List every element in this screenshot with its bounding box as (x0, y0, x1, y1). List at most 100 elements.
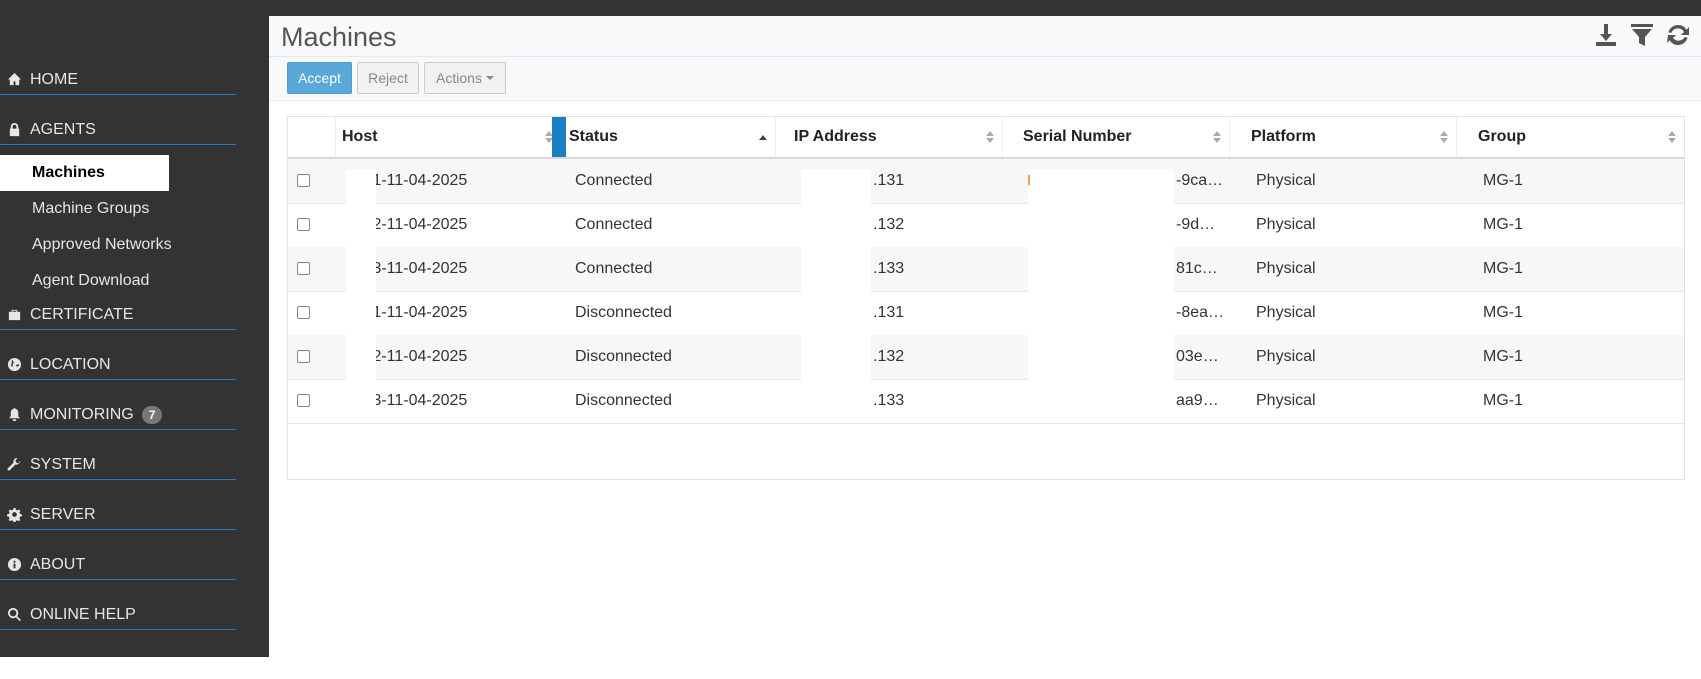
cell-status: Connected (575, 172, 653, 189)
table-header: Host Status IP Address Serial Number Pla… (288, 117, 1684, 159)
nav-label: MONITORING (30, 405, 134, 423)
column-header-platform[interactable]: Platform (1230, 117, 1457, 157)
nav-home[interactable]: HOME (0, 65, 236, 95)
column-label: Status (569, 128, 618, 145)
row-checkbox[interactable] (297, 262, 310, 275)
accept-button[interactable]: Accept (287, 62, 352, 94)
nav-certificate[interactable]: CERTIFICATE (0, 300, 236, 330)
nav-location[interactable]: LOCATION (0, 350, 236, 380)
table-row[interactable]: :3-11-04-2025 Connected .133 81c… Physic… (288, 247, 1684, 292)
cell-host: :1-11-04-2025 (368, 304, 468, 321)
redaction-overlay (346, 169, 376, 411)
cell-status: Disconnected (575, 348, 672, 365)
sidebar-item-approved-networks[interactable]: Approved Networks (0, 227, 172, 263)
certificate-icon (6, 307, 22, 323)
home-icon (6, 72, 22, 88)
download-icon[interactable] (1593, 22, 1619, 53)
cell-platform: Physical (1256, 216, 1316, 233)
nav-label: AGENTS (30, 120, 96, 138)
nav-label: ABOUT (30, 555, 86, 573)
sidebar-item-machine-groups[interactable]: Machine Groups (0, 191, 149, 227)
column-label: Host (342, 128, 378, 145)
cell-serial: -9ca… (1176, 172, 1224, 189)
cell-serial: -9d… (1176, 216, 1216, 233)
nav-online-help[interactable]: ONLINE HELP (0, 600, 236, 630)
top-bar (0, 0, 1701, 16)
cell-ip: .132 (873, 216, 905, 233)
nav-agents[interactable]: AGENTS (0, 115, 236, 145)
redaction-overlay (1028, 169, 1174, 411)
column-label: Group (1478, 128, 1526, 145)
cell-host: :2-11-04-2025 (368, 348, 468, 365)
sidebar-item-agent-download[interactable]: Agent Download (0, 263, 149, 299)
redaction-overlay (801, 169, 871, 411)
header-select (288, 117, 336, 157)
column-header-group[interactable]: Group (1457, 117, 1684, 157)
row-checkbox[interactable] (297, 218, 310, 231)
row-checkbox[interactable] (297, 306, 310, 319)
nav-system[interactable]: SYSTEM (0, 450, 236, 480)
redaction-edge (1028, 175, 1030, 185)
filter-icon[interactable] (1629, 22, 1655, 53)
cell-serial: -8ea… (1176, 304, 1225, 321)
nav-label: ONLINE HELP (30, 605, 136, 623)
cell-group: MG-1 (1483, 304, 1523, 321)
sidebar: HOME AGENTS Machines Machine Groups Appr… (0, 16, 269, 657)
title-tools (1593, 22, 1691, 53)
table-row[interactable]: :1-11-04-2025 Disconnected .131 -8ea… Ph… (288, 291, 1684, 336)
search-icon (6, 607, 22, 623)
table-row[interactable]: :2-11-04-2025 Disconnected .132 03e… Phy… (288, 335, 1684, 380)
nav-about[interactable]: ABOUT (0, 550, 236, 580)
cell-group: MG-1 (1483, 216, 1523, 233)
column-label: IP Address (794, 128, 877, 145)
table-row[interactable]: :1-11-04-2025 Connected .131 -9ca… Physi… (288, 159, 1684, 204)
column-header-status[interactable]: Status (566, 117, 776, 157)
column-resize-handle[interactable] (552, 117, 566, 157)
bell-icon (6, 407, 22, 423)
info-icon (6, 557, 22, 573)
nav-monitoring[interactable]: MONITORING 7 (0, 400, 236, 430)
nav-label: LOCATION (30, 355, 111, 373)
table-row[interactable]: :3-11-04-2025 Disconnected .133 aa9… Phy… (288, 379, 1684, 424)
machines-table: Host Status IP Address Serial Number Pla… (287, 116, 1685, 480)
nav-label: CERTIFICATE (30, 305, 134, 323)
row-checkbox[interactable] (297, 394, 310, 407)
cell-serial: 81c… (1176, 260, 1218, 277)
nav-server[interactable]: SERVER (0, 500, 236, 530)
cell-ip: .131 (873, 304, 905, 321)
caret-down-icon (485, 76, 494, 80)
page-title: Machines (281, 22, 397, 52)
actions-dropdown-button[interactable]: Actions (424, 62, 506, 94)
cell-group: MG-1 (1483, 260, 1523, 277)
cell-group: MG-1 (1483, 172, 1523, 189)
cell-serial: 03e… (1176, 348, 1219, 365)
column-label: Platform (1251, 128, 1316, 145)
sort-icon (1440, 131, 1448, 143)
actions-label: Actions (436, 70, 482, 86)
cell-group: MG-1 (1483, 392, 1523, 409)
cell-status: Connected (575, 216, 653, 233)
reject-button[interactable]: Reject (357, 62, 419, 94)
column-header-ip-address[interactable]: IP Address (776, 117, 1003, 157)
sidebar-item-machines[interactable]: Machines (0, 155, 169, 191)
row-checkbox[interactable] (297, 350, 310, 363)
sort-icon (986, 131, 994, 143)
cell-host: :3-11-04-2025 (368, 260, 468, 277)
cell-platform: Physical (1256, 260, 1316, 277)
cell-ip: .132 (873, 348, 905, 365)
refresh-icon[interactable] (1665, 22, 1691, 53)
cell-host: :2-11-04-2025 (368, 216, 468, 233)
sort-icon (1213, 131, 1221, 143)
cell-ip: .133 (873, 260, 905, 277)
row-checkbox[interactable] (297, 174, 310, 187)
cell-platform: Physical (1256, 172, 1316, 189)
column-header-host[interactable]: Host (336, 117, 562, 157)
nav-label: SERVER (30, 505, 96, 523)
cell-host: :3-11-04-2025 (368, 392, 468, 409)
sort-icon (1668, 131, 1676, 143)
title-bar: Machines (269, 16, 1701, 57)
table-row[interactable]: :2-11-04-2025 Connected .132 -9d… Physic… (288, 203, 1684, 248)
sort-ascending-icon (759, 131, 767, 143)
column-header-serial-number[interactable]: Serial Number (1003, 117, 1230, 157)
globe-icon (6, 357, 22, 373)
